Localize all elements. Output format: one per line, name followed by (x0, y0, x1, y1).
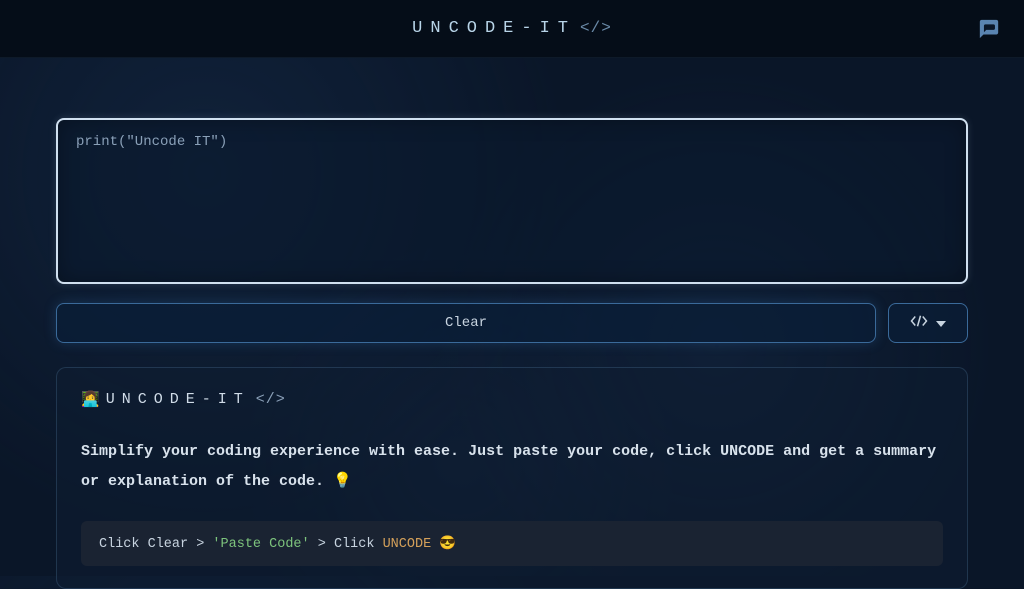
clear-button[interactable]: Clear (56, 303, 876, 343)
app-header: UNCODE-IT</> (0, 0, 1024, 58)
instruction-bar: Click Clear > 'Paste Code' > Click UNCOD… (81, 521, 943, 566)
info-card: 👩‍💻 UNCODE-IT </> Simplify your coding e… (56, 367, 968, 589)
info-title-text: UNCODE-IT (106, 391, 250, 408)
instruction-part3: 😎 (431, 537, 456, 552)
main-content: Clear 👩‍💻 UNCODE-IT </> Simplify your co… (0, 58, 1024, 589)
instruction-paste: 'Paste Code' (212, 537, 309, 552)
info-title-bracket-icon: </> (256, 391, 286, 408)
controls-row: Clear (56, 303, 968, 343)
code-input[interactable] (56, 118, 968, 284)
mode-dropdown[interactable] (888, 303, 968, 343)
info-title: 👩‍💻 UNCODE-IT </> (81, 390, 943, 409)
instruction-part2: > Click (310, 537, 383, 552)
logo-text: UNCODE-IT (412, 19, 576, 38)
code-bracket-icon (910, 314, 928, 333)
instruction-uncode: UNCODE (383, 537, 432, 552)
info-description: Simplify your coding experience with eas… (81, 437, 943, 497)
app-logo: UNCODE-IT</> (412, 19, 612, 38)
logo-bracket-icon: </> (580, 19, 612, 37)
coder-emoji-icon: 👩‍💻 (81, 390, 100, 409)
chat-icon[interactable] (978, 18, 1000, 45)
chevron-down-icon (936, 314, 946, 332)
instruction-part1: Click Clear > (99, 537, 212, 552)
